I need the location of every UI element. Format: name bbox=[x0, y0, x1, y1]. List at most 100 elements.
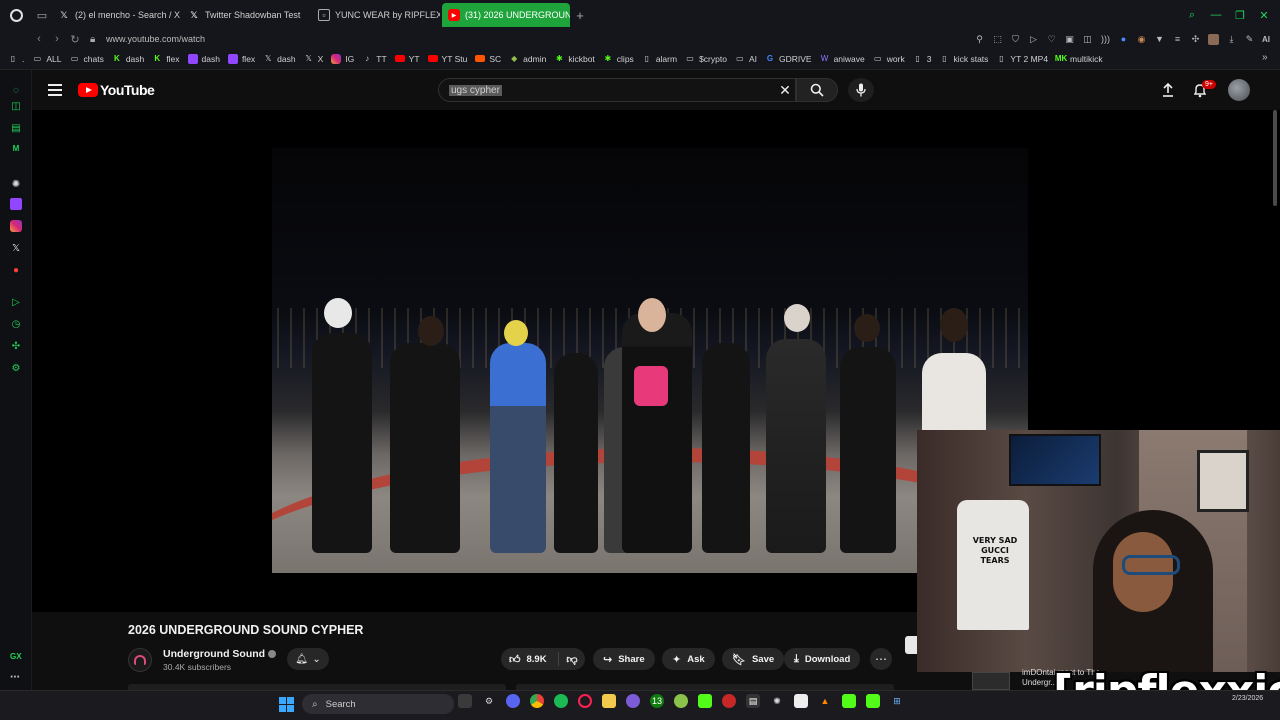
bookmark-ai[interactable]: ▭ AI bbox=[735, 54, 757, 64]
opera-logo-icon[interactable] bbox=[0, 0, 32, 30]
aria-icon[interactable]: ◌ bbox=[10, 84, 22, 96]
bookmark-crypto[interactable]: ▭ $crypto bbox=[685, 54, 727, 64]
bookmark-x[interactable]: 𝕏X bbox=[304, 54, 323, 64]
scrollbar-thumb[interactable] bbox=[1273, 110, 1277, 206]
screenshot-icon[interactable]: ⬚ bbox=[992, 34, 1003, 45]
record-icon[interactable] bbox=[722, 694, 736, 708]
back-icon[interactable]: ‹ bbox=[30, 33, 48, 45]
tab-youtube-underground[interactable]: ▶ (31) 2026 UNDERGROUND bbox=[442, 3, 570, 27]
search-button[interactable] bbox=[796, 78, 838, 102]
share-button[interactable]: ↪ Share bbox=[593, 648, 655, 670]
task-view-icon[interactable] bbox=[458, 694, 472, 708]
twitch-icon[interactable] bbox=[10, 198, 22, 210]
chatgpt-icon[interactable]: ✺ bbox=[10, 178, 22, 190]
bookmark-sc[interactable]: SC bbox=[475, 54, 501, 64]
settings-icon[interactable]: ⚙ bbox=[10, 362, 22, 374]
account-avatar[interactable] bbox=[1228, 79, 1250, 101]
terminal-icon[interactable]: ▤ bbox=[746, 694, 760, 708]
bookmark-dash-kick[interactable]: Kdash bbox=[112, 54, 144, 64]
stream-thumbnail[interactable] bbox=[972, 672, 1010, 690]
chatgpt-app-icon[interactable]: ✺ bbox=[770, 694, 784, 708]
filter-icon[interactable]: ▼ bbox=[1154, 34, 1165, 45]
search-tabs-icon[interactable]: ⌕ bbox=[1186, 9, 1198, 21]
instagram-icon[interactable] bbox=[10, 220, 22, 232]
easy-setup-icon[interactable]: ✎ bbox=[1244, 34, 1255, 45]
bookmark-admin[interactable]: ◆ admin bbox=[509, 54, 546, 64]
gx-logo-icon[interactable]: GX bbox=[10, 652, 24, 664]
bookmark-flex-kick[interactable]: Kflex bbox=[152, 54, 179, 64]
obs-icon[interactable] bbox=[626, 694, 640, 708]
bookmark-yt2mp4[interactable]: ▯ YT 2 MP4 bbox=[996, 54, 1048, 64]
download-icon[interactable]: ⤓ bbox=[1226, 34, 1237, 45]
bookmarks-overflow-icon[interactable]: » bbox=[1262, 52, 1268, 63]
gx-speed-icon[interactable]: ▤ bbox=[10, 122, 22, 134]
tab-menu-icon[interactable]: ▭ bbox=[32, 0, 52, 30]
search-input[interactable]: ugs cypher bbox=[438, 78, 796, 102]
bookmark-aniwave[interactable]: Waniwave bbox=[820, 54, 865, 64]
close-window-icon[interactable]: ✕ bbox=[1258, 9, 1270, 22]
spotify-icon[interactable] bbox=[554, 694, 568, 708]
url-field[interactable]: www.youtube.com/watch bbox=[106, 34, 205, 44]
clear-search-icon[interactable]: ✕ bbox=[776, 80, 794, 100]
kick-app-active-icon[interactable] bbox=[866, 694, 880, 708]
wallet-icon[interactable]: ◉ bbox=[1136, 34, 1147, 45]
maximize-icon[interactable]: ❐ bbox=[1234, 9, 1246, 22]
profile-icon[interactable] bbox=[1208, 33, 1219, 45]
bookmark-chats[interactable]: ▭ chats bbox=[70, 54, 104, 64]
bookmark-yt-studio[interactable]: YT Stu bbox=[427, 54, 467, 64]
kick-app-icon[interactable] bbox=[698, 694, 712, 708]
mail-icon[interactable]: M bbox=[10, 142, 22, 154]
xbox-icon[interactable]: 13 bbox=[650, 694, 664, 708]
player-icon[interactable]: ▷ bbox=[1028, 34, 1039, 45]
bookmark-work[interactable]: ▭ work bbox=[873, 54, 905, 64]
player-icon[interactable]: ▷ bbox=[10, 296, 22, 308]
chrome-icon[interactable] bbox=[530, 694, 544, 708]
bookmark-kick-stats[interactable]: ▯ kick stats bbox=[939, 54, 988, 64]
bookmark-clips[interactable]: ✱ clips bbox=[603, 54, 633, 64]
badge-extension-icon[interactable]: ◫ bbox=[1082, 34, 1093, 45]
shield-icon[interactable]: ⛉ bbox=[1010, 34, 1021, 45]
bookmark-3[interactable]: ▯ 3 bbox=[913, 54, 932, 64]
channel-avatar[interactable] bbox=[128, 648, 152, 672]
bookmark-flex-twitch[interactable]: flex bbox=[227, 53, 255, 64]
like-button[interactable]: 👍︎ 8.9K bbox=[501, 652, 559, 666]
file-explorer-icon[interactable] bbox=[602, 694, 616, 708]
kick-studio-icon[interactable] bbox=[842, 694, 856, 708]
bookmark-tt[interactable]: ♪ TT bbox=[362, 54, 386, 64]
extension-icon[interactable]: ▣ bbox=[1064, 34, 1075, 45]
widgets-icon[interactable]: ⚙ bbox=[482, 694, 496, 708]
voice-search-button[interactable] bbox=[848, 78, 874, 102]
bookmark-multikick[interactable]: MK multikick bbox=[1055, 54, 1103, 64]
bookmark-ig[interactable]: IG bbox=[331, 53, 354, 64]
discord-icon[interactable] bbox=[506, 694, 520, 708]
youtube-logo[interactable]: YouTube bbox=[78, 82, 155, 98]
download-button[interactable]: ⤓ Download bbox=[784, 648, 861, 670]
extensions-icon[interactable]: ✣ bbox=[10, 340, 22, 352]
channel-name[interactable]: Underground Sound bbox=[163, 648, 277, 660]
lock-icon[interactable]: 🔒︎ bbox=[90, 34, 104, 45]
sidebar-more-icon[interactable]: ⋯ bbox=[10, 672, 24, 684]
forward-icon[interactable]: › bbox=[48, 33, 66, 45]
puzzle-icon[interactable]: ✣ bbox=[1190, 34, 1201, 45]
video-frame[interactable] bbox=[272, 148, 1028, 573]
bookmark-dash-twitch[interactable]: dash bbox=[187, 53, 220, 64]
history-icon[interactable]: ◷ bbox=[10, 318, 22, 330]
bookmark-kickbot[interactable]: ✱ kickbot bbox=[554, 54, 595, 64]
menu-icon[interactable] bbox=[48, 84, 62, 96]
tab-el-mencho[interactable]: 𝕏 (2) el mencho - Search / X bbox=[52, 3, 180, 27]
heart-icon[interactable]: ♡ bbox=[1046, 34, 1057, 45]
opera-gx-icon[interactable] bbox=[578, 694, 592, 708]
taskbar-clock[interactable]: 2/23/2026 bbox=[1232, 694, 1263, 704]
tab-twitter-shadowban[interactable]: 𝕏 Twitter Shadowban Test bbox=[182, 3, 310, 27]
bookmark-yt[interactable]: YT bbox=[394, 54, 420, 64]
ask-button[interactable]: ✦ Ask bbox=[662, 648, 715, 670]
ai-button[interactable]: AI bbox=[1262, 34, 1270, 45]
vpn-icon[interactable]: ● bbox=[1118, 34, 1129, 45]
subscription-bell-button[interactable]: 🔔︎ ⌄ bbox=[287, 648, 329, 670]
dislike-button[interactable]: 👎︎ bbox=[559, 653, 585, 666]
menu-list-icon[interactable]: ≡ bbox=[1172, 34, 1183, 45]
more-actions-button[interactable]: ⋯ bbox=[870, 648, 892, 670]
bookmark-dash-x[interactable]: 𝕏dash bbox=[263, 54, 296, 64]
overlay-side-tab[interactable] bbox=[905, 636, 917, 654]
x-logo-icon[interactable]: 𝕏 bbox=[10, 242, 22, 254]
